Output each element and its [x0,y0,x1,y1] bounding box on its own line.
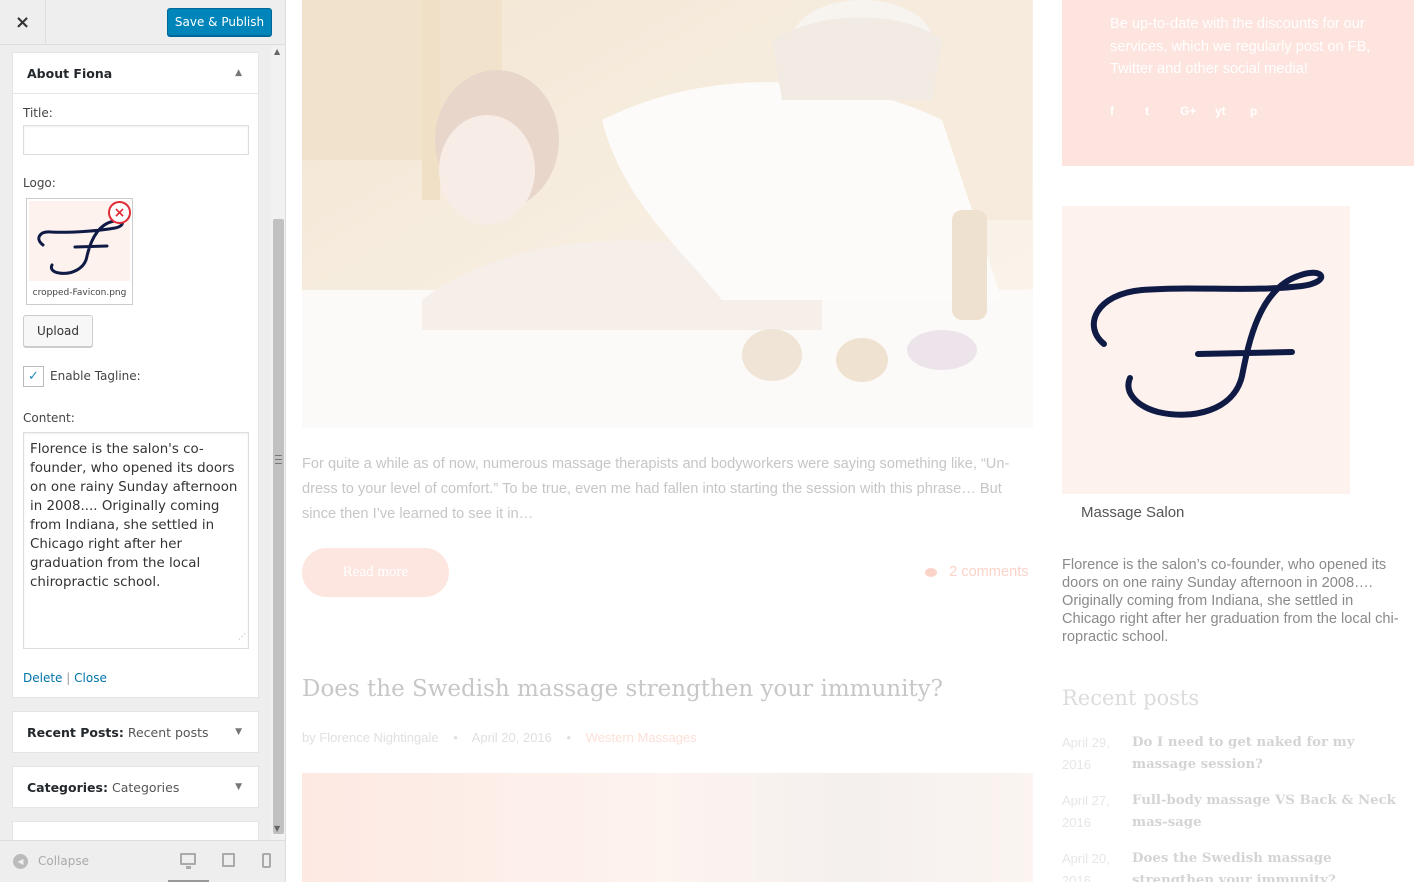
twitter-icon[interactable]: t [1145,104,1180,118]
recent-post-link[interactable]: Does the Swedish massage strengthen your… [1132,848,1412,882]
content-label: Content: [23,411,75,425]
remove-icon[interactable]: × [108,201,131,224]
facebook-icon[interactable]: f [1110,104,1145,118]
customizer-footer: ◀ Collapse [0,840,285,882]
post-meta: by Florence Nightingale • April 20, 2016… [302,730,697,745]
social-links: f t G+ yt p [1110,104,1285,118]
widget-title: About Fiona [27,65,113,81]
post-date: April 20, 2016 [471,730,552,745]
widget-next[interactable] [12,821,259,840]
social-promo-widget: Be up-to-date with the discounts for our… [1062,0,1414,166]
recent-post-date: April 20, 2016 [1062,851,1110,882]
widget-about-fiona: About Fiona ▲ Title: Logo: × cropped-Fav… [12,52,259,698]
widget-subtitle: Recent posts [127,724,209,740]
checkmark-icon: ✓ [28,369,39,384]
widget-header-about[interactable]: About Fiona ▲ [13,53,258,94]
resize-handle-icon[interactable]: ⋰ [238,627,246,646]
close-icon[interactable]: × [0,0,46,44]
widget-subtitle: Categories [111,779,180,795]
desktop-icon[interactable] [180,853,196,869]
customizer-header: × Save & Publish [0,0,285,45]
widgets-panel: About Fiona ▲ Title: Logo: × cropped-Fav… [0,45,285,840]
collapse-button[interactable]: Collapse [38,854,89,868]
post-category[interactable]: Western Massages [586,730,697,745]
close-link[interactable]: Close [74,671,107,685]
read-more-button[interactable]: Read more [302,548,449,597]
chevron-down-icon[interactable]: ▼ [235,727,242,737]
widget-header-recent[interactable]: Recent Posts: Recent posts ▼ [13,712,258,752]
scroll-down-icon[interactable]: ▼ [274,824,280,833]
youtube-icon[interactable]: yt [1215,104,1250,118]
about-tagline: Massage Salon [1081,504,1185,521]
logo-filename: cropped-Favicon.png [32,288,127,298]
post-title[interactable]: Does the Swedish massage strengthen your… [302,676,943,702]
content-text: Florence is the salon's co-founder, who … [30,442,238,590]
about-text: Florence is the salon’s co-founder, who … [1062,557,1399,645]
scroll-up-icon[interactable]: ▲ [274,47,280,56]
recent-post-date: April 29, 2016 [1062,735,1110,772]
widget-header-categories[interactable]: Categories: Categories ▼ [13,767,258,807]
post-excerpt: For quite a while as of now, numerous ma… [302,456,1010,522]
title-field[interactable] [23,125,249,155]
enable-tagline-checkbox[interactable]: ✓ [23,366,44,387]
site-preview: For quite a while as of now, numerous ma… [287,0,1427,882]
chevron-down-icon[interactable]: ▼ [235,782,242,792]
comment-icon [925,567,937,577]
post-featured-image[interactable] [302,773,1033,882]
content-textarea[interactable]: Florence is the salon's co-founder, who … [23,432,249,649]
mobile-icon[interactable] [262,853,271,868]
recent-post-date: April 27, 2016 [1062,793,1110,830]
post-featured-image[interactable] [302,0,1033,428]
comments-count: 2 comments [949,564,1029,580]
actions-separator: | [66,671,71,685]
google-plus-icon[interactable]: G+ [1180,104,1215,118]
about-logo-image [1062,206,1350,494]
promo-text: Be up-to-date with the discounts for our… [1110,16,1371,77]
post-author[interactable]: by Florence Nightingale [302,730,439,745]
title-label: Title: [23,106,53,120]
recent-posts-title: Recent posts [1062,686,1200,710]
widget-actions: Delete | Close [23,671,107,685]
collapse-icon[interactable]: ◀ [13,854,28,869]
recent-post-link[interactable]: Full-body massage VS Back & Neck mas-sag… [1132,790,1412,834]
meta-separator: • [566,730,572,745]
delete-link[interactable]: Delete [23,671,62,685]
scrollbar-thumb[interactable] [273,219,284,834]
widget-name: Recent Posts: [27,724,124,740]
tablet-icon[interactable] [222,853,235,867]
widget-categories[interactable]: Categories: Categories ▼ [12,766,259,808]
save-publish-button[interactable]: Save & Publish [167,8,272,36]
chevron-up-icon[interactable]: ▲ [235,68,242,78]
recent-post-link[interactable]: Do I need to get naked for my massage se… [1132,732,1412,776]
upload-button[interactable]: Upload [23,315,93,347]
customizer-sidebar: × Save & Publish About Fiona ▲ Title: Lo… [0,0,286,882]
meta-separator: • [453,730,458,745]
comments-link[interactable]: 2 comments [925,564,1029,580]
enable-tagline-label: Enable Tagline: [50,369,141,383]
resize-grip-icon[interactable] [275,455,282,464]
widget-name: Categories: [27,779,108,795]
widget-recent-posts[interactable]: Recent Posts: Recent posts ▼ [12,711,259,753]
sidebar-scrollbar[interactable]: ▲ ▼ [271,45,285,840]
pinterest-icon[interactable]: p [1250,104,1285,118]
logo-preview[interactable]: × cropped-Favicon.png [26,198,133,305]
logo-label: Logo: [23,176,56,190]
